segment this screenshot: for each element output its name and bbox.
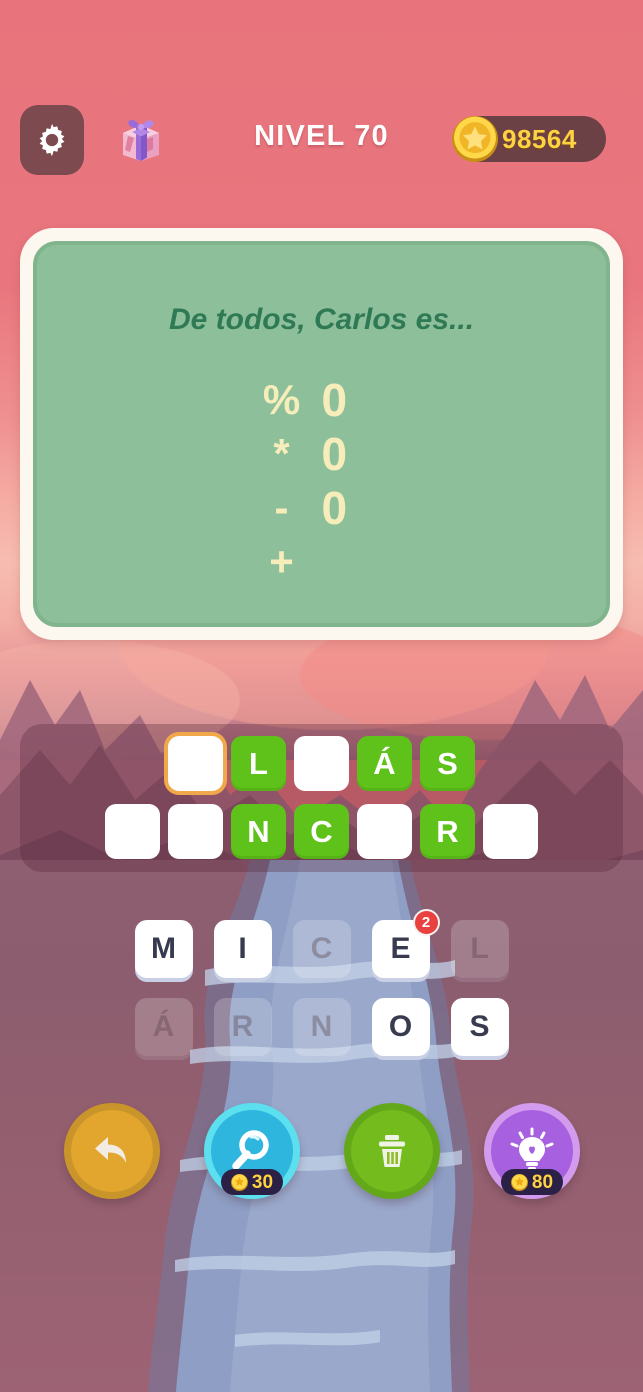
answer-slot[interactable]: R bbox=[420, 804, 475, 859]
symbol-row: + bbox=[222, 535, 422, 589]
answer-slot[interactable]: Á bbox=[357, 736, 412, 791]
trash-icon bbox=[369, 1128, 415, 1174]
symbol-left: - bbox=[274, 484, 289, 531]
clue-text: De todos, Carlos es... bbox=[168, 303, 475, 336]
clear-button[interactable] bbox=[343, 1103, 440, 1199]
answer-slot[interactable] bbox=[357, 804, 412, 859]
clear-button-inner bbox=[350, 1110, 433, 1192]
header-bar: NIVEL 70 98564 bbox=[0, 100, 643, 180]
letter-key-m[interactable]: M bbox=[134, 920, 193, 978]
letter-key-n[interactable]: N bbox=[292, 998, 351, 1056]
hint-cost-badge: 80 bbox=[500, 1169, 563, 1195]
answer-slot[interactable] bbox=[168, 804, 223, 859]
keyboard-row-2: Á R N O S bbox=[0, 998, 643, 1056]
symbol-left: % bbox=[262, 376, 301, 423]
answer-slot[interactable] bbox=[483, 804, 538, 859]
hint-cost-value: 80 bbox=[531, 1171, 554, 1193]
letter-key-e[interactable]: E 2 bbox=[371, 909, 440, 978]
letter-count-badge: 2 bbox=[412, 909, 440, 936]
symbol-row: % 0 bbox=[222, 373, 422, 427]
coin-amount: 98564 bbox=[502, 123, 577, 154]
symbol-row: * 0 bbox=[222, 427, 422, 481]
action-bar: 30 80 bbox=[0, 1103, 643, 1199]
mini-coin-icon bbox=[230, 1173, 249, 1192]
symbol-right: 0 bbox=[321, 374, 348, 426]
hint-button[interactable]: 80 bbox=[483, 1103, 580, 1199]
letter-key-i[interactable]: I bbox=[213, 920, 272, 978]
question-board-inner: De todos, Carlos es... % 0 * 0 - 0 + bbox=[33, 241, 610, 627]
game-screen: NIVEL 70 98564 De todos, Carlos es... % … bbox=[0, 0, 643, 1392]
answer-row-2: N C R bbox=[20, 804, 623, 859]
answer-slot[interactable]: S bbox=[420, 736, 475, 791]
keyboard-row-1: M I C E 2 L bbox=[0, 909, 643, 978]
search-button[interactable]: 30 bbox=[203, 1103, 300, 1199]
letter-key-r[interactable]: R bbox=[213, 998, 272, 1056]
letter-key-o[interactable]: O bbox=[371, 998, 430, 1056]
letter-key-a-acute[interactable]: Á bbox=[134, 998, 193, 1056]
symbol-right: 0 bbox=[321, 428, 348, 480]
answer-slot[interactable]: L bbox=[231, 736, 286, 791]
answer-panel: L Á S N C R bbox=[20, 724, 623, 872]
undo-button-inner bbox=[70, 1110, 153, 1192]
back-arrow-icon bbox=[85, 1124, 139, 1178]
coin-counter[interactable]: 98564 bbox=[452, 116, 606, 162]
symbol-left: + bbox=[269, 538, 294, 585]
letter-key-e-label: E bbox=[390, 932, 411, 965]
answer-slot[interactable] bbox=[168, 736, 223, 791]
search-cost-value: 30 bbox=[251, 1171, 274, 1193]
letter-key-s[interactable]: S bbox=[450, 998, 509, 1056]
search-cost-badge: 30 bbox=[220, 1169, 283, 1195]
letter-key-l[interactable]: L bbox=[450, 920, 509, 978]
answer-row-1: L Á S bbox=[20, 736, 623, 791]
answer-slot[interactable] bbox=[105, 804, 160, 859]
star-coin-icon bbox=[448, 112, 502, 166]
question-board: De todos, Carlos es... % 0 * 0 - 0 + bbox=[20, 228, 623, 640]
answer-slot[interactable] bbox=[294, 736, 349, 791]
mini-coin-icon bbox=[510, 1173, 529, 1192]
undo-button[interactable] bbox=[63, 1103, 160, 1199]
answer-slot[interactable]: N bbox=[231, 804, 286, 859]
symbol-left: * bbox=[273, 430, 290, 477]
answer-slot[interactable]: C bbox=[294, 804, 349, 859]
symbol-right: 0 bbox=[321, 482, 348, 534]
letter-keyboard: M I C E 2 L Á R N O S bbox=[0, 909, 643, 1076]
symbol-grid: % 0 * 0 - 0 + bbox=[37, 373, 606, 589]
letter-key-c[interactable]: C bbox=[292, 920, 351, 978]
symbol-row: - 0 bbox=[222, 481, 422, 535]
